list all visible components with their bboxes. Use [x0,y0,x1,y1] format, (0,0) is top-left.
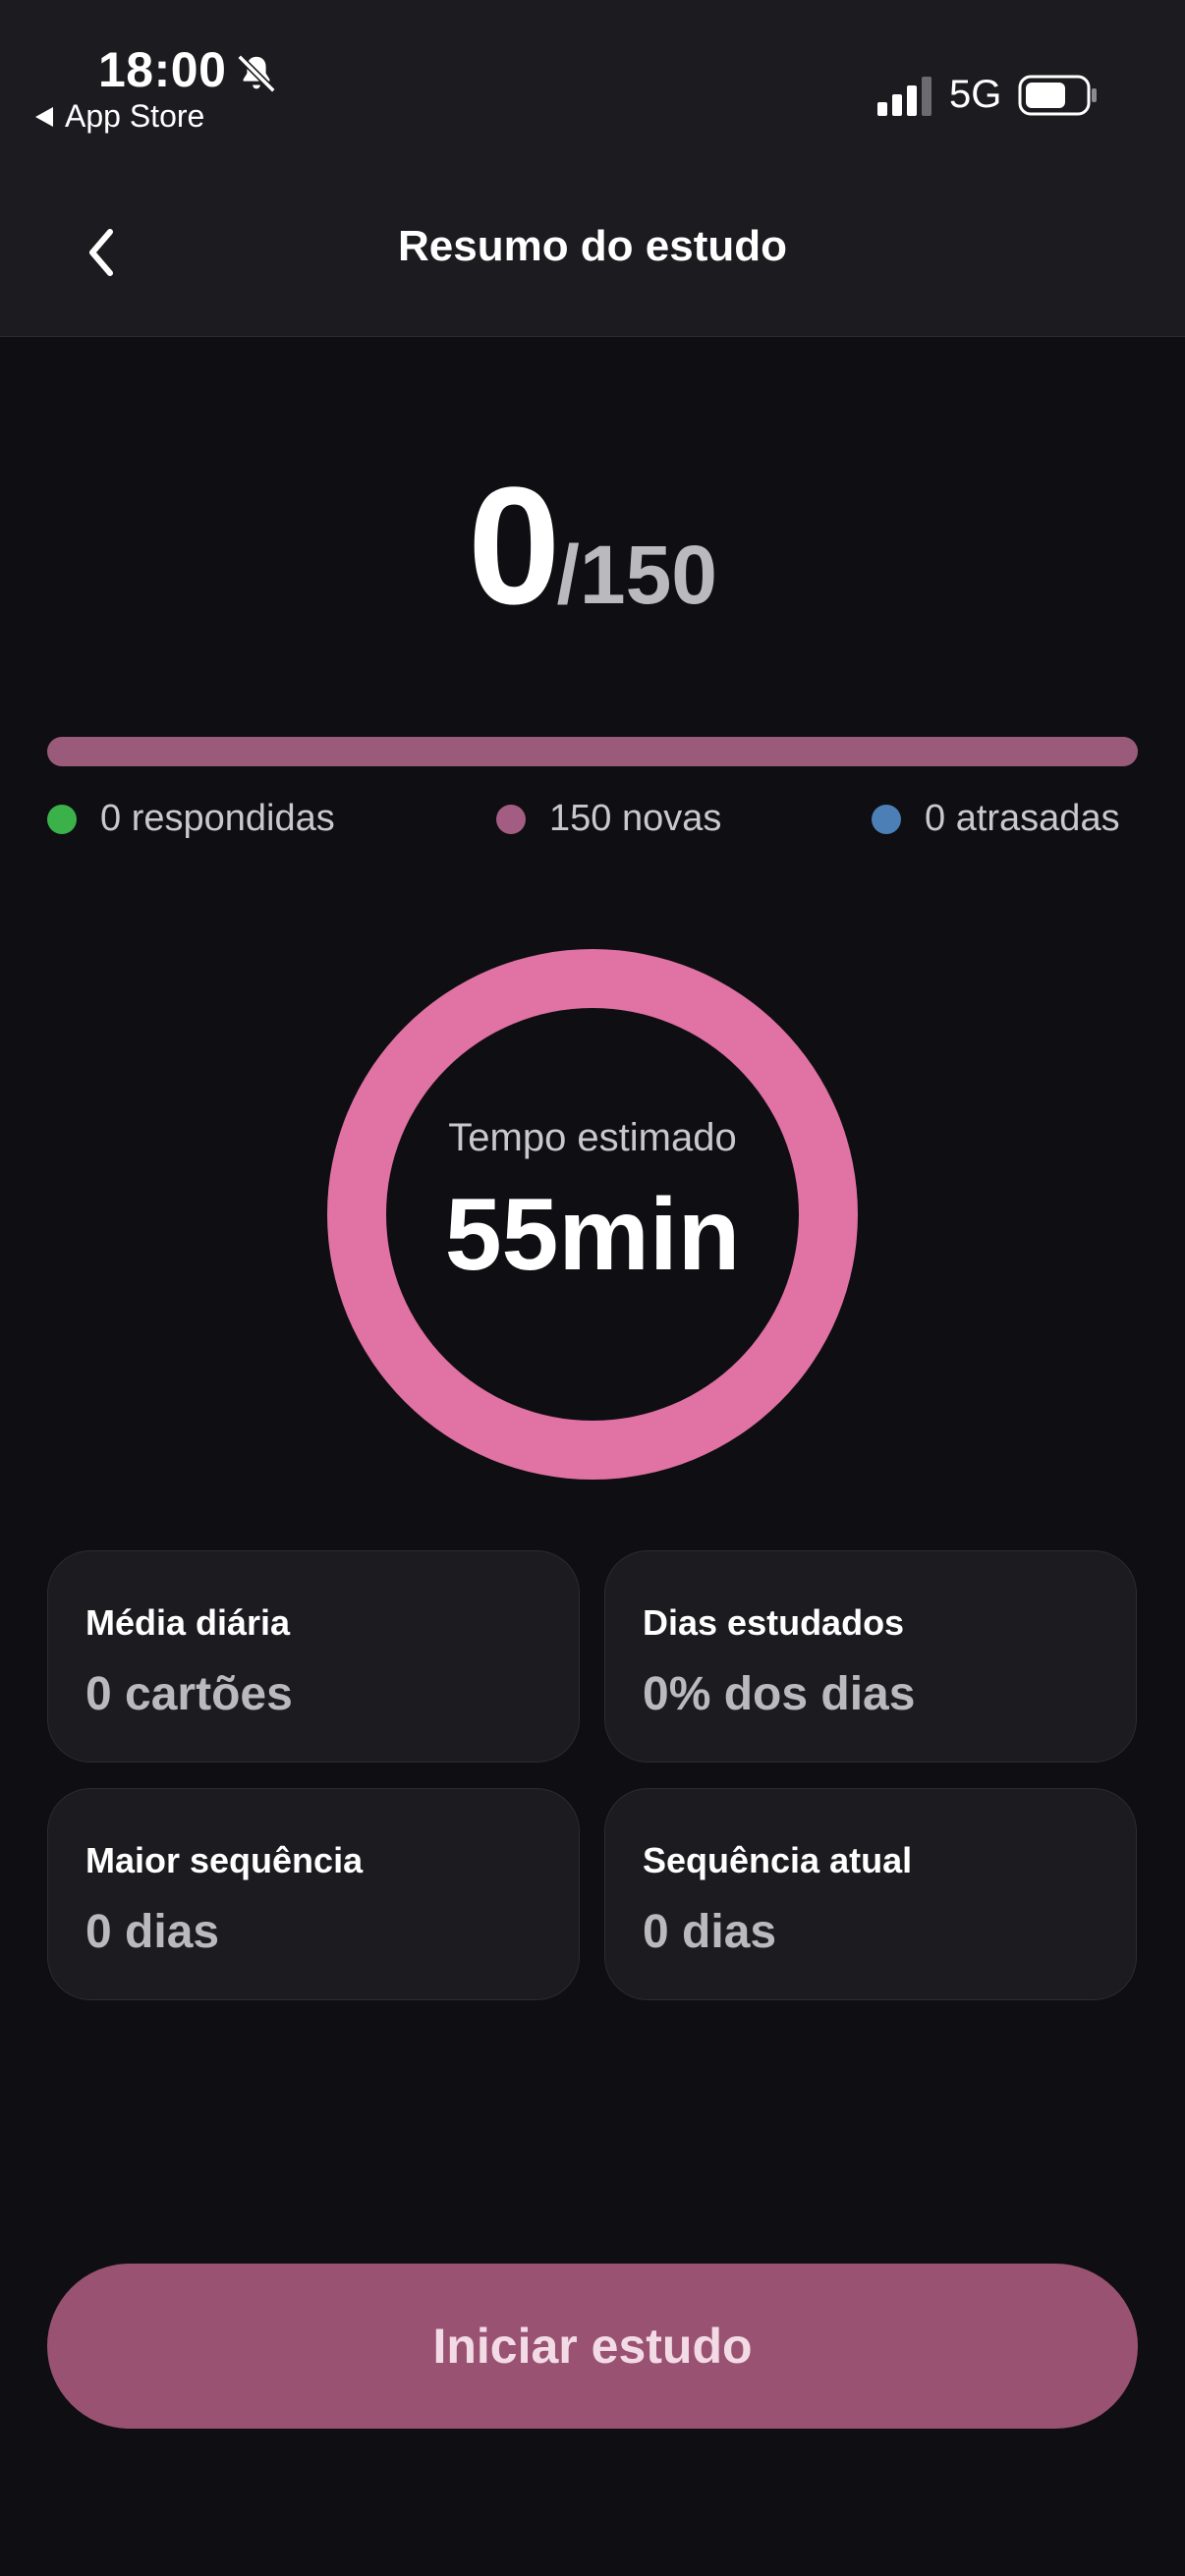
stat-value: 0% dos dias [643,1668,916,1720]
back-triangle-icon [35,106,53,127]
stat-value: 0 dias [85,1906,220,1958]
estimated-time-ring: Tempo estimado 55min [327,949,858,1480]
legend-new-label: 150 novas [549,798,722,839]
stat-card-longest-streak: Maior sequência 0 dias [47,1788,580,2000]
back-to-app-store[interactable]: App Store [35,98,204,135]
legend-answered: 0 respondidas [47,798,335,840]
stat-card-current-streak: Sequência atual 0 dias [604,1788,1137,2000]
overdue-dot-icon [872,804,901,834]
back-app-label: App Store [65,98,205,134]
start-study-button[interactable]: Iniciar estudo [47,2264,1138,2429]
legend-overdue: 0 atrasadas [872,798,1120,840]
stat-card-daily-average: Média diária 0 cartões [47,1550,580,1763]
status-time: 18:00 [98,42,227,97]
page-title: Resumo do estudo [397,222,788,270]
stat-label: Dias estudados [643,1602,905,1643]
bell-muted-icon [237,54,276,93]
stat-label: Sequência atual [643,1840,913,1880]
progress-bar [47,737,1138,766]
estimated-time-value: 55min [444,1178,741,1292]
new-dot-icon [496,804,526,834]
legend-overdue-label: 0 atrasadas [925,798,1120,839]
stat-value: 0 cartões [85,1668,293,1720]
answered-dot-icon [47,804,77,834]
network-label: 5G [949,73,1002,116]
top-bar: 18:00 App Store 5G Resumo do estudo [0,0,1185,337]
total-count: /150 [556,529,718,621]
cards-counter: 0/150 [0,450,1185,643]
stat-value: 0 dias [643,1906,777,1958]
signal-icon [877,77,931,116]
estimated-time-label: Tempo estimado [448,1116,737,1159]
stat-label: Maior sequência [85,1840,364,1880]
battery-icon [1018,75,1097,116]
legend-answered-label: 0 respondidas [100,798,335,839]
answered-count: 0 [467,453,561,640]
stat-label: Média diária [85,1602,291,1643]
legend-new: 150 novas [496,798,721,840]
stat-card-days-studied: Dias estudados 0% dos dias [604,1550,1137,1763]
